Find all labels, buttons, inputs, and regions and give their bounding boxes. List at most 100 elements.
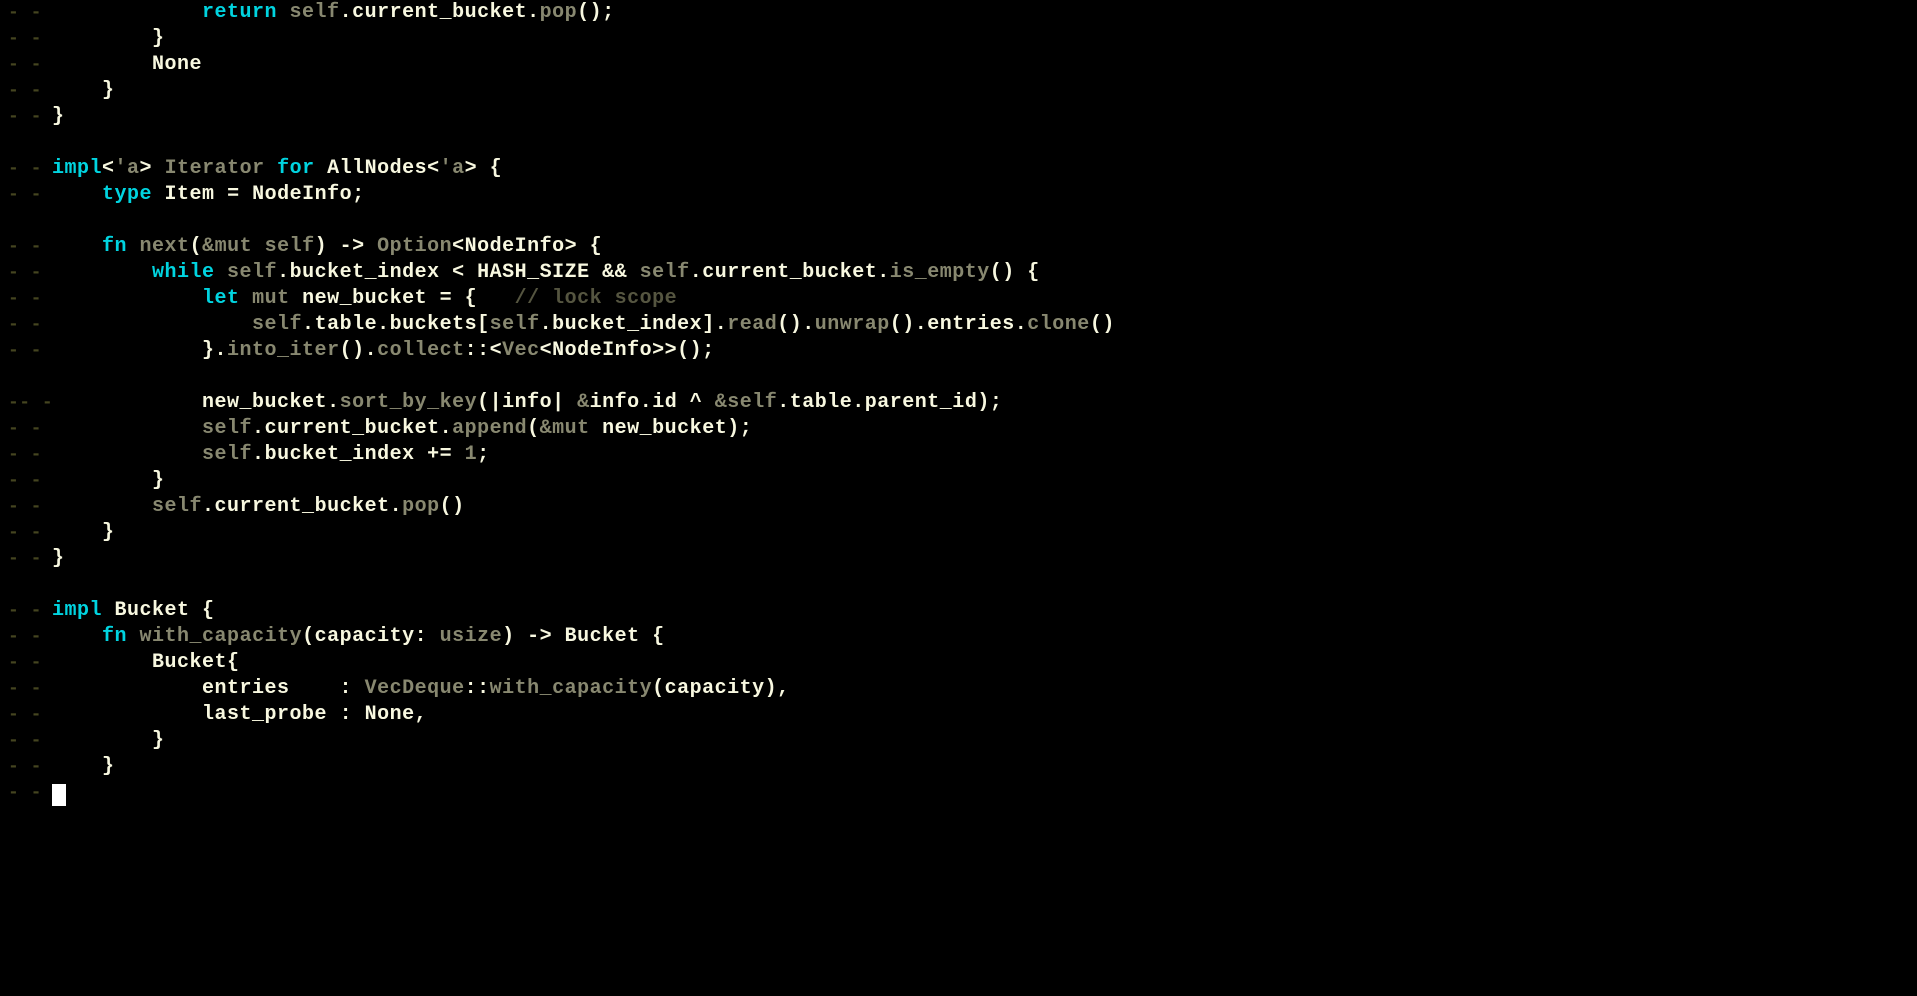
- code-line[interactable]: type Item = NodeInfo;: [52, 182, 1115, 208]
- token-ident: Bucket: [152, 651, 227, 674]
- code-line[interactable]: fn with_capacity(capacity: usize) -> Buc…: [52, 624, 1115, 650]
- code-line[interactable]: impl Bucket {: [52, 598, 1115, 624]
- token-punct: .: [540, 313, 553, 336]
- token-ident: entries: [202, 677, 290, 700]
- token-punct: .: [340, 1, 353, 24]
- token-ident: entries: [927, 313, 1015, 336]
- token-punct: > {: [465, 157, 503, 180]
- gutter-mark: - -: [8, 156, 42, 182]
- gutter-mark: - -: [8, 650, 42, 676]
- token-comment: // lock scope: [515, 287, 678, 310]
- gutter-mark: - -: [8, 52, 42, 78]
- gutter-mark: - -: [8, 728, 42, 754]
- code-line[interactable]: [52, 208, 1115, 234]
- gutter-mark: - -: [8, 494, 42, 520]
- code-line[interactable]: }: [52, 78, 1115, 104]
- token-dim: self: [640, 261, 690, 284]
- token-dim: self: [490, 313, 540, 336]
- code-line[interactable]: [52, 364, 1115, 390]
- token-dim: with_capacity: [490, 677, 653, 700]
- code-line[interactable]: }: [52, 546, 1115, 572]
- token-punct: }: [152, 469, 165, 492]
- code-line[interactable]: while self.bucket_index < HASH_SIZE && s…: [52, 260, 1115, 286]
- token-punct: .: [852, 391, 865, 414]
- token-punct: }: [52, 547, 65, 570]
- code-line[interactable]: [52, 130, 1115, 156]
- token-punct: .: [440, 417, 453, 440]
- token-punct: ::<: [465, 339, 503, 362]
- token-punct: .: [377, 313, 390, 336]
- token-dim: 'a: [115, 157, 140, 180]
- code-line[interactable]: self.bucket_index += 1;: [52, 442, 1115, 468]
- token-kw: for: [277, 157, 315, 180]
- token-dim: is_empty: [890, 261, 990, 284]
- token-ident: capacity: [665, 677, 765, 700]
- gutter-mark: - -: [8, 234, 42, 260]
- code-line[interactable]: self.table.buckets[self.bucket_index].re…: [52, 312, 1115, 338]
- code-line[interactable]: self.current_bucket.append(&mut new_buck…: [52, 416, 1115, 442]
- code-line[interactable]: return self.current_bucket.pop();: [52, 0, 1115, 26]
- gutter-mark: - -: [8, 26, 42, 52]
- gutter-mark: - -: [8, 468, 42, 494]
- gutter-mark: - -: [8, 624, 42, 650]
- token-dim: &mut self: [202, 235, 315, 258]
- token-dim: usize: [440, 625, 503, 648]
- token-punct: .: [252, 443, 265, 466]
- code-line[interactable]: [52, 780, 1115, 806]
- token-ident: table: [315, 313, 378, 336]
- code-line[interactable]: self.current_bucket.pop(): [52, 494, 1115, 520]
- token-punct: [127, 625, 140, 648]
- token-punct: ;: [477, 443, 490, 466]
- code-line[interactable]: }: [52, 520, 1115, 546]
- code-line[interactable]: fn next(&mut self) -> Option<NodeInfo> {: [52, 234, 1115, 260]
- token-dim: pop: [540, 1, 578, 24]
- token-dim: self: [152, 495, 202, 518]
- token-punct: [590, 417, 603, 440]
- code-line[interactable]: Bucket{: [52, 650, 1115, 676]
- gutter-mark: - -: [8, 676, 42, 702]
- token-dim: Option: [377, 235, 452, 258]
- code-line[interactable]: impl<'a> Iterator for AllNodes<'a> {: [52, 156, 1115, 182]
- token-ident: current_bucket: [702, 261, 877, 284]
- code-line[interactable]: last_probe : None,: [52, 702, 1115, 728]
- token-punct: }: [102, 755, 115, 778]
- token-dim: &mut: [540, 417, 590, 440]
- code-line[interactable]: None: [52, 52, 1115, 78]
- token-punct: [290, 287, 303, 310]
- code-line[interactable]: }: [52, 104, 1115, 130]
- code-line[interactable]: }.into_iter().collect::<Vec<NodeInfo>>()…: [52, 338, 1115, 364]
- token-punct: <: [452, 235, 465, 258]
- token-dim: self: [252, 313, 302, 336]
- token-punct: |: [552, 391, 577, 414]
- code-line[interactable]: entries : VecDeque::with_capacity(capaci…: [52, 676, 1115, 702]
- code-line[interactable]: }: [52, 728, 1115, 754]
- code-line[interactable]: }: [52, 468, 1115, 494]
- gutter-mark: -- -: [8, 390, 42, 416]
- token-ident: HASH_SIZE: [477, 261, 590, 284]
- token-dim: self: [277, 1, 340, 24]
- token-ident: new_bucket: [202, 391, 327, 414]
- token-punct: (: [302, 625, 315, 648]
- gutter-mark: - -: [8, 286, 42, 312]
- token-dim: Vec: [502, 339, 540, 362]
- token-dim: 'a: [440, 157, 465, 180]
- token-punct: }: [102, 79, 115, 102]
- code-line[interactable]: let mut new_bucket = { // lock scope: [52, 286, 1115, 312]
- token-dim: mut: [252, 287, 290, 310]
- token-punct: .: [252, 417, 265, 440]
- token-punct: ),: [765, 677, 790, 700]
- code-line[interactable]: new_bucket.sort_by_key(|info| &info.id ^…: [52, 390, 1115, 416]
- code-line[interactable]: [52, 572, 1115, 598]
- token-punct: = {: [427, 287, 515, 310]
- code-area[interactable]: return self.current_bucket.pop(); } None…: [52, 0, 1115, 806]
- code-line[interactable]: }: [52, 26, 1115, 52]
- gutter-mark: - -: [8, 546, 42, 572]
- token-ident: buckets: [390, 313, 478, 336]
- token-dim: &: [577, 391, 590, 414]
- token-ident: bucket_index: [265, 443, 415, 466]
- code-line[interactable]: }: [52, 754, 1115, 780]
- token-kw: return: [202, 1, 277, 24]
- token-ident: info: [590, 391, 640, 414]
- token-punct: (|: [477, 391, 502, 414]
- token-punct: :: [290, 677, 365, 700]
